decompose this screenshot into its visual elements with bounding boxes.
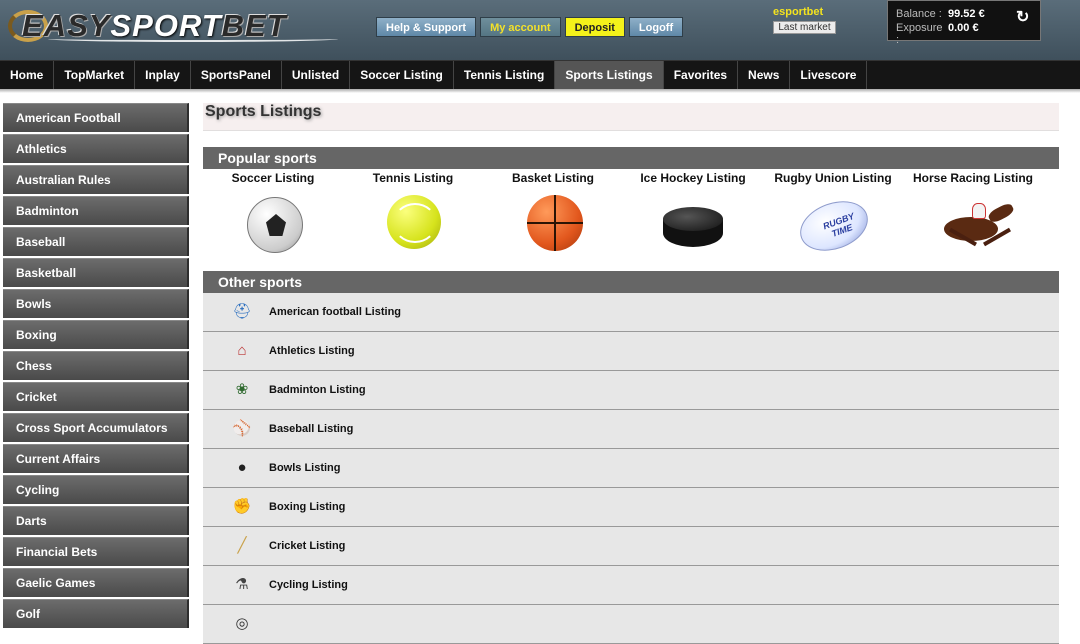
other-sport-label: American football Listing [269, 306, 402, 318]
sidebar-item-basketball[interactable]: Basketball [3, 258, 189, 287]
logo-swoosh [48, 36, 338, 42]
top-buttons: Help & Support My account Deposit Logoff [376, 17, 684, 37]
balance-label: Balance : [896, 8, 942, 20]
badminton-icon: ❀ [235, 381, 249, 398]
hurdle-icon: ⌂ [237, 342, 247, 359]
nav-item-home[interactable]: Home [0, 61, 55, 89]
refresh-icon[interactable]: ↻ [1016, 10, 1032, 26]
other-sport-label: Cricket Listing [269, 540, 346, 552]
soccer-ball-icon [247, 197, 303, 253]
sidebar-item-darts[interactable]: Darts [3, 506, 189, 535]
popular-ice-hockey[interactable]: Ice Hockey Listing [623, 169, 763, 269]
other-sports-header: Other sports [203, 271, 1059, 293]
other-sports-list: ⛑ American football Listing ⌂ Athletics Lis… [203, 293, 1059, 644]
nav-item-livescore[interactable]: Livescore [790, 61, 868, 89]
balance-row: Balance : 99.52 € [896, 8, 985, 20]
popular-label: Ice Hockey Listing [640, 171, 746, 185]
hockey-puck-icon [663, 207, 723, 247]
other-sport-row[interactable]: ⛑ American football Listing [203, 293, 1059, 332]
other-sport-row[interactable]: ╱ Cricket Listing [203, 527, 1059, 566]
basketball-icon [527, 195, 583, 251]
sidebar-item-golf[interactable]: Golf [3, 599, 189, 628]
last-market-button[interactable]: Last market [773, 21, 836, 34]
logoff-button[interactable]: Logoff [628, 17, 684, 37]
popular-sports: Soccer Listing Tennis Listing Basket Lis… [203, 169, 1059, 269]
other-sport-row[interactable]: ⚗ Cycling Listing [203, 566, 1059, 605]
sidebar-item-australian-rules[interactable]: Australian Rules [3, 165, 189, 194]
baseball-icon: ⚾ [232, 420, 252, 437]
other-sport-row[interactable]: ⚾ Baseball Listing [203, 410, 1059, 449]
sidebar-item-current-affairs[interactable]: Current Affairs [3, 444, 189, 473]
main-nav: Home TopMarket Inplay SportsPanel Unlisted So… [0, 60, 1080, 89]
sidebar-item-badminton[interactable]: Badminton [3, 196, 189, 225]
racehorse-icon [918, 201, 1028, 261]
popular-soccer[interactable]: Soccer Listing [203, 169, 343, 269]
rugby-ball-icon: RUGBY TIME [793, 192, 875, 260]
nav-item-soccer-listing[interactable]: Soccer Listing [350, 61, 454, 89]
deposit-button[interactable]: Deposit [564, 17, 625, 37]
popular-horse-racing[interactable]: Horse Racing Listing [903, 169, 1043, 269]
exposure-row: Exposure : 0.00 € [896, 22, 979, 46]
sidebar-item-boxing[interactable]: Boxing [3, 320, 189, 349]
sidebar-item-cricket[interactable]: Cricket [3, 382, 189, 411]
exposure-value: 0.00 € [948, 22, 979, 34]
main-content: Sports Listings Popular sports Soccer Li… [203, 103, 1059, 644]
sidebar-item-gaelic-games[interactable]: Gaelic Games [3, 568, 189, 597]
tennis-ball-icon [387, 195, 441, 249]
nav-item-tennis-listing[interactable]: Tennis Listing [454, 61, 556, 89]
page-title-bar: Sports Listings [203, 103, 1059, 131]
popular-label: Soccer Listing [231, 171, 315, 185]
sidebar-item-chess[interactable]: Chess [3, 351, 189, 380]
boxing-glove-icon: ✊ [232, 498, 252, 515]
help-support-button[interactable]: Help & Support [376, 17, 477, 37]
username: esportbet [773, 6, 824, 18]
sidebar-item-cross-sport-accumulators[interactable]: Cross Sport Accumulators [3, 413, 189, 442]
nav-item-unlisted[interactable]: Unlisted [282, 61, 351, 89]
balance-value: 99.52 € [948, 8, 985, 20]
popular-label: Rugby Union Listing [774, 171, 892, 185]
other-sport-label: Badminton Listing [269, 384, 366, 396]
sidebar-item-baseball[interactable]: Baseball [3, 227, 189, 256]
sidebar-item-american-football[interactable]: American Football [3, 103, 189, 132]
other-sport-label: Baseball Listing [269, 423, 354, 435]
other-sport-row[interactable]: ⌂ Athletics Listing [203, 332, 1059, 371]
popular-tennis[interactable]: Tennis Listing [343, 169, 483, 269]
other-sport-label: Bowls Listing [269, 462, 341, 474]
sports-sidebar: American Football Athletics Australian Rul… [3, 103, 189, 630]
bowls-icon: ● [237, 459, 247, 476]
nav-item-news[interactable]: News [738, 61, 791, 89]
other-sport-label: Cycling Listing [269, 579, 348, 591]
nav-item-topmarket[interactable]: TopMarket [54, 61, 136, 89]
football-helmet-icon: ⛑ [232, 303, 252, 320]
balance-panel: Balance : 99.52 € Exposure : 0.00 € ↻ [887, 0, 1041, 46]
popular-sports-header: Popular sports [203, 147, 1059, 169]
cricket-bat-icon: ╱ [237, 537, 247, 554]
header: EASYSPORTBET Help & Support My account D… [0, 0, 1080, 60]
sidebar-item-bowls[interactable]: Bowls [3, 289, 189, 318]
my-account-button[interactable]: My account [480, 17, 561, 37]
cyclist-icon: ⚗ [235, 576, 249, 593]
nav-item-sportspanel[interactable]: SportsPanel [191, 61, 282, 89]
other-sport-row[interactable]: ✊ Boxing Listing [203, 488, 1059, 527]
popular-rugby-union[interactable]: Rugby Union Listing RUGBY TIME [763, 169, 903, 269]
exposure-label: Exposure : [896, 22, 943, 46]
popular-label: Basket Listing [511, 171, 595, 185]
nav-item-inplay[interactable]: Inplay [135, 61, 191, 89]
nav-shadow [0, 89, 1080, 93]
other-sport-row[interactable]: ● Bowls Listing [203, 449, 1059, 488]
popular-basket[interactable]: Basket Listing [483, 169, 623, 269]
sidebar-item-cycling[interactable]: Cycling [3, 475, 189, 504]
other-sport-label: Boxing Listing [269, 501, 346, 513]
dartboard-icon: ◎ [235, 615, 249, 632]
other-sport-row[interactable]: ❀ Badminton Listing [203, 371, 1059, 410]
sidebar-item-financial-bets[interactable]: Financial Bets [3, 537, 189, 566]
popular-label: Tennis Listing [372, 171, 454, 185]
page-title: Sports Listings [205, 103, 322, 120]
nav-item-favorites[interactable]: Favorites [664, 61, 739, 89]
other-sport-label: Athletics Listing [269, 345, 355, 357]
sidebar-item-athletics[interactable]: Athletics [3, 134, 189, 163]
nav-item-sports-listings[interactable]: Sports Listings [555, 61, 664, 89]
other-sport-row[interactable]: ◎ [203, 605, 1059, 644]
popular-label: Horse Racing Listing [912, 171, 1034, 185]
